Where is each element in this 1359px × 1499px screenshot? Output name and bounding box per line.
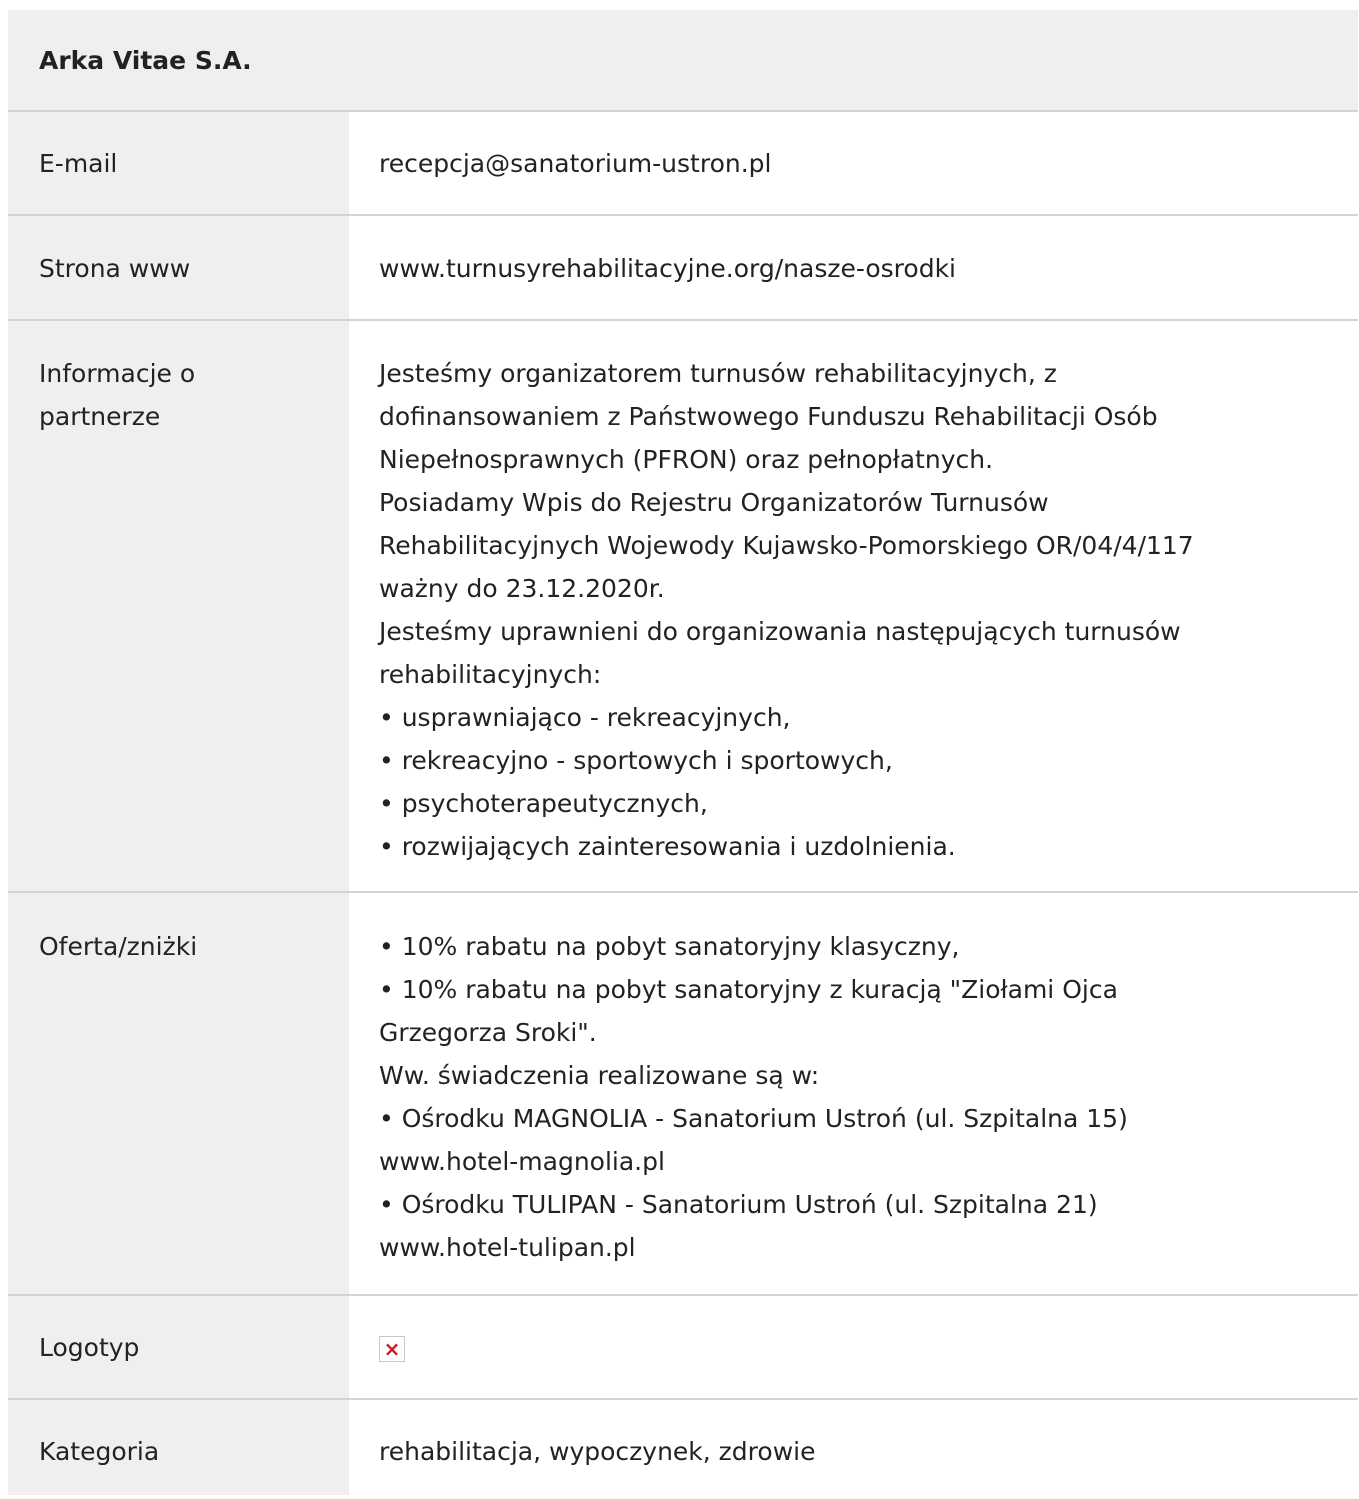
row-offer: Oferta/zniżki • 10% rabatu na pobyt sana… bbox=[8, 893, 1358, 1296]
offer-label-text: Oferta/zniżki bbox=[39, 932, 198, 961]
offer-line: • 10% rabatu na pobyt sanatoryjny klasyc… bbox=[379, 932, 960, 961]
offer-line: www.hotel-tulipan.pl bbox=[379, 1233, 636, 1262]
email-label-text: E-mail bbox=[39, 149, 118, 178]
info-line: Jesteśmy organizatorem turnusów rehabili… bbox=[379, 359, 1057, 388]
info-label-line: partnerze bbox=[39, 402, 161, 431]
info-line: Niepełnosprawnych (PFRON) oraz pełnopłat… bbox=[379, 445, 994, 474]
row-email: E-mail recepcja@sanatorium-ustron.pl bbox=[8, 112, 1358, 216]
offer-line: • Ośrodku TULIPAN - Sanatorium Ustroń (u… bbox=[379, 1190, 1098, 1219]
row-website: Strona www www.turnusyrehabilitacyjne.or… bbox=[8, 216, 1358, 321]
website-value-text: www.turnusyrehabilitacyjne.org/nasze-osr… bbox=[379, 254, 956, 283]
offer-line: Grzegorza Sroki". bbox=[379, 1018, 597, 1047]
logo-value bbox=[349, 1296, 1358, 1398]
offer-line: • Ośrodku MAGNOLIA - Sanatorium Ustroń (… bbox=[379, 1104, 1128, 1133]
category-value-text: rehabilitacja, wypoczynek, zdrowie bbox=[379, 1437, 816, 1466]
row-category: Kategoria rehabilitacja, wypoczynek, zdr… bbox=[8, 1400, 1358, 1495]
partner-title: Arka Vitae S.A. bbox=[8, 10, 1358, 112]
info-list-item: • usprawniająco - rekreacyjnych, bbox=[379, 703, 791, 732]
offer-label: Oferta/zniżki bbox=[8, 893, 349, 1294]
broken-image-icon bbox=[379, 1336, 405, 1362]
website-label-text: Strona www bbox=[39, 254, 191, 283]
logo-label-text: Logotyp bbox=[39, 1333, 140, 1362]
website-label: Strona www bbox=[8, 216, 349, 319]
info-list-item: • rekreacyjno - sportowych i sportowych, bbox=[379, 746, 893, 775]
row-info: Informacje o partnerze Jesteśmy organiza… bbox=[8, 321, 1358, 893]
offer-line: Ww. świadczenia realizowane są w: bbox=[379, 1061, 820, 1090]
info-line: Jesteśmy uprawnieni do organizowania nas… bbox=[379, 617, 1181, 646]
category-label: Kategoria bbox=[8, 1400, 349, 1495]
info-line: rehabilitacyjnych: bbox=[379, 660, 602, 689]
info-list-item: • rozwijających zainteresowania i uzdoln… bbox=[379, 832, 956, 861]
offer-line: • 10% rabatu na pobyt sanatoryjny z kura… bbox=[379, 975, 1118, 1004]
info-line: Rehabilitacyjnych Wojewody Kujawsko-Pomo… bbox=[379, 531, 1194, 560]
row-logo: Logotyp bbox=[8, 1296, 1358, 1400]
info-label: Informacje o partnerze bbox=[8, 321, 349, 891]
logo-label: Logotyp bbox=[8, 1296, 349, 1398]
offer-value: • 10% rabatu na pobyt sanatoryjny klasyc… bbox=[349, 893, 1358, 1294]
info-label-line: Informacje o bbox=[39, 359, 196, 388]
category-label-text: Kategoria bbox=[39, 1437, 160, 1466]
info-line: ważny do 23.12.2020r. bbox=[379, 574, 665, 603]
email-value: recepcja@sanatorium-ustron.pl bbox=[349, 112, 1358, 214]
partner-card: Arka Vitae S.A. E-mail recepcja@sanatori… bbox=[8, 10, 1358, 1495]
info-value: Jesteśmy organizatorem turnusów rehabili… bbox=[349, 321, 1358, 891]
email-value-text: recepcja@sanatorium-ustron.pl bbox=[379, 149, 772, 178]
category-value: rehabilitacja, wypoczynek, zdrowie bbox=[349, 1400, 1358, 1495]
website-value: www.turnusyrehabilitacyjne.org/nasze-osr… bbox=[349, 216, 1358, 319]
info-line: Posiadamy Wpis do Rejestru Organizatorów… bbox=[379, 488, 1049, 517]
info-line: dofinansowaniem z Państwowego Funduszu R… bbox=[379, 402, 1158, 431]
email-label: E-mail bbox=[8, 112, 349, 214]
offer-line: www.hotel-magnolia.pl bbox=[379, 1147, 665, 1176]
info-list-item: • psychoterapeutycznych, bbox=[379, 789, 708, 818]
